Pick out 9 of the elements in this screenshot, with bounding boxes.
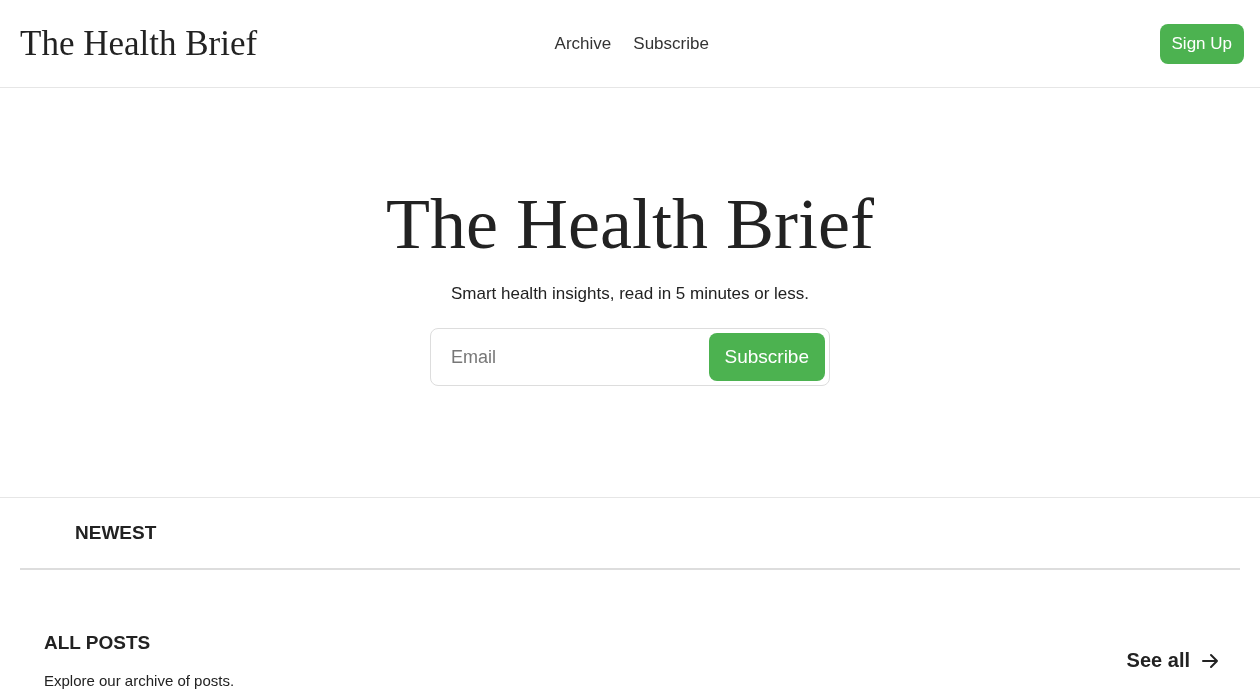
see-all-link[interactable]: See all [1126, 649, 1220, 672]
nav-link[interactable]: Subscribe [633, 33, 709, 54]
hero-title: The Health Brief [386, 184, 874, 264]
nav-link[interactable]: Archive [554, 33, 612, 54]
section-heading: ALL POSTS [44, 632, 152, 654]
site-logo[interactable]: The Health Brief [20, 23, 320, 64]
newest-tab[interactable]: NEWEST [75, 522, 157, 544]
section-description: Explore our archive of posts. [44, 672, 235, 689]
tagline: Smart health insights, read in 5 minutes or less. [450, 284, 810, 304]
